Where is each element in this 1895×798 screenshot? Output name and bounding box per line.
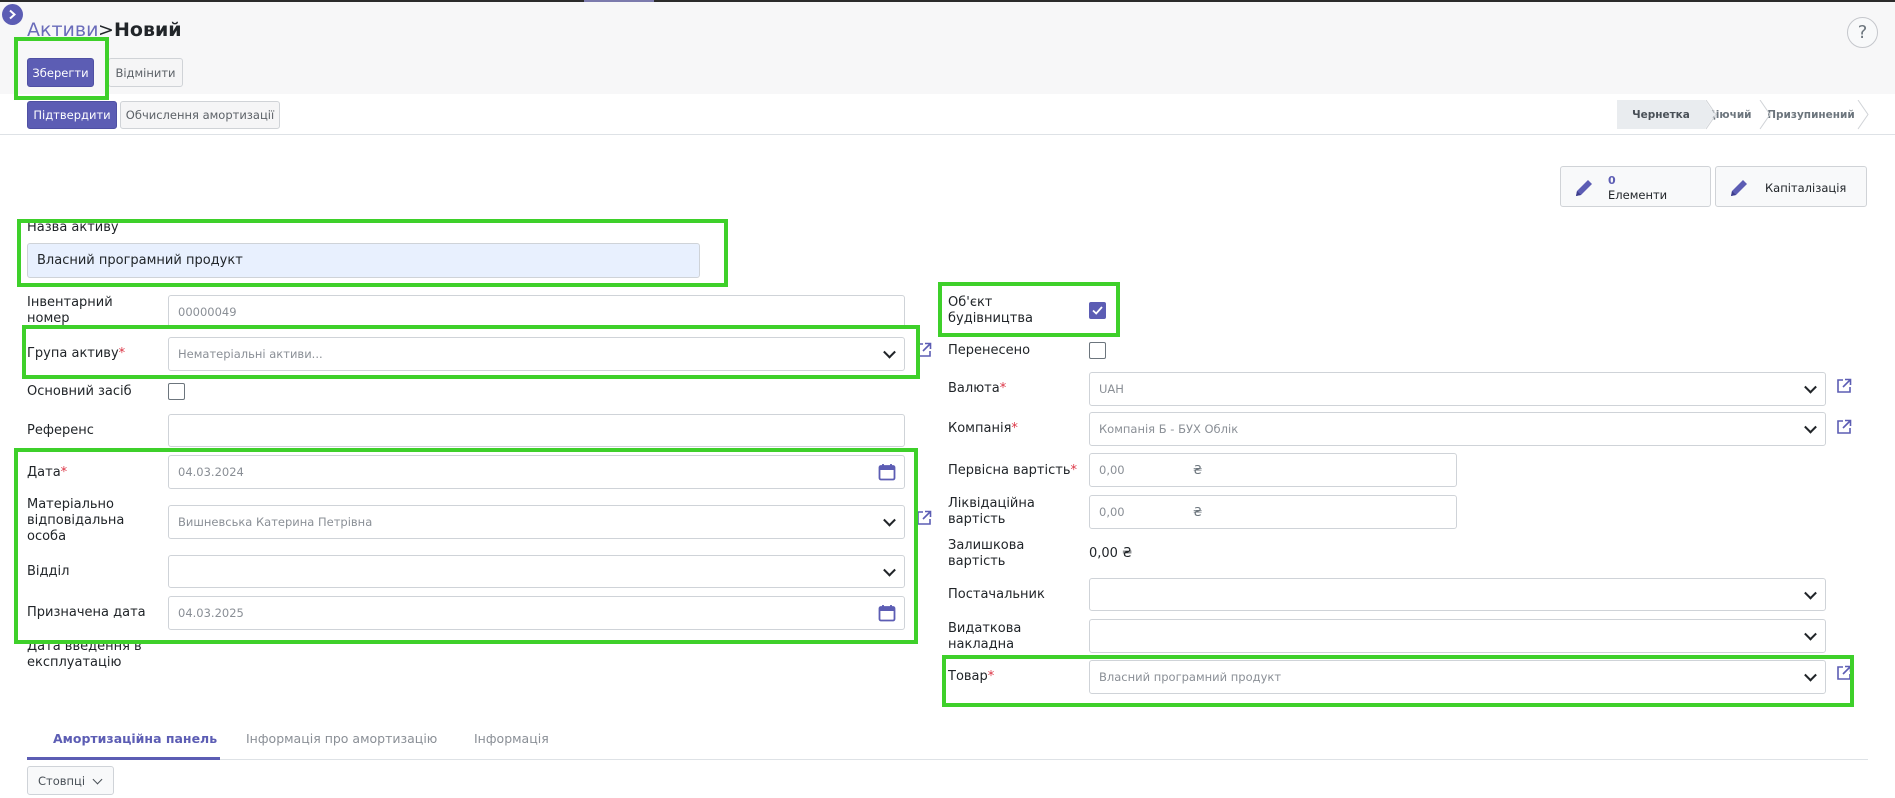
checkmark-icon [1092, 306, 1103, 315]
discard-button[interactable]: Відмінити [108, 58, 183, 87]
statusbar-area [0, 95, 1895, 135]
tab-depreciation-board[interactable]: Амортизаційна панель [53, 731, 217, 746]
liquidation-value-input[interactable]: 0,00 [1089, 495, 1457, 529]
chevron-down-icon [1804, 668, 1817, 682]
chevron-down-icon [92, 774, 103, 785]
breadcrumb-separator: > [98, 19, 114, 41]
chevron-down-icon [883, 513, 896, 527]
commissioning-date-label: Дата введення в експлуатацію [27, 639, 142, 670]
responsible-person-value: Вишневська Катерина Петрівна [178, 515, 373, 529]
main-asset-checkbox[interactable] [168, 383, 185, 400]
help-icon: ? [1857, 22, 1868, 43]
chevron-down-icon [1804, 420, 1817, 434]
liquidation-value-label: Ліквідаційна вартість [948, 496, 1035, 527]
control-panel [0, 2, 1895, 94]
breadcrumb-root-link[interactable]: Активи [27, 19, 98, 41]
inventory-number-input[interactable]: 00000049 [168, 295, 905, 328]
product-label: Товар* [948, 669, 995, 684]
company-value: Компанія Б - БУХ Облік [1099, 422, 1239, 436]
chevron-down-icon [883, 345, 896, 359]
residual-value-label: Залишкова вартість [948, 538, 1025, 569]
items-smart-button[interactable]: 0 Елементи [1560, 166, 1711, 207]
external-link-icon[interactable] [1836, 665, 1852, 681]
company-label: Компанія* [948, 421, 1018, 436]
assigned-date-input[interactable]: 04.03.2025 [168, 596, 905, 630]
inventory-number-label: Інвентарний номер [27, 295, 113, 326]
currency-symbol: ₴ [1193, 505, 1203, 519]
company-select[interactable]: Компанія Б - БУХ Облік [1089, 412, 1826, 446]
asset-group-label: Група активу* [27, 346, 126, 361]
capitalization-label: Капіталізація [1765, 181, 1847, 195]
invoice-label: Видаткова накладна [948, 621, 1022, 652]
statusbar-arrows [1690, 100, 1869, 130]
responsible-person-label: Матеріально відповідальна особа [27, 497, 125, 544]
currency-select[interactable]: UAH [1089, 372, 1826, 406]
items-label: Елементи [1608, 188, 1668, 202]
currency-label: Валюта* [948, 381, 1007, 396]
confirm-button[interactable]: Підтвердити [27, 101, 117, 129]
asset-name-label: Назва активу [27, 220, 119, 235]
date-input[interactable]: 04.03.2024 [168, 455, 905, 489]
calendar-icon[interactable] [878, 604, 896, 622]
tab-info[interactable]: Інформація [474, 731, 549, 746]
capitalization-smart-button[interactable]: Капіталізація [1715, 166, 1867, 207]
supplier-label: Постачальник [948, 587, 1045, 602]
external-link-icon[interactable] [1836, 378, 1852, 394]
assigned-date-label: Призначена дата [27, 605, 146, 620]
expand-chevron-icon[interactable] [2, 4, 23, 25]
items-count: 0 [1608, 174, 1616, 187]
chevron-down-icon [883, 563, 896, 577]
columns-label: Стовпці [38, 773, 86, 788]
liquidation-value-amount: 0,00 [1099, 505, 1125, 519]
compute-depreciation-button[interactable]: Обчислення амортизації [120, 101, 280, 129]
product-select[interactable]: Власний програмний продукт [1089, 660, 1826, 694]
asset-group-select[interactable]: Нематеріальні активи... [168, 337, 905, 371]
asset-name-input[interactable]: Власний програмний продукт [27, 243, 700, 278]
tab-active-indicator [27, 757, 220, 760]
chevron-down-icon [1804, 627, 1817, 641]
help-button[interactable]: ? [1847, 17, 1878, 48]
initial-value-amount: 0,00 [1099, 463, 1125, 477]
pencil-icon [1576, 180, 1592, 196]
external-link-icon[interactable] [916, 510, 932, 526]
columns-button[interactable]: Стовпці [27, 766, 114, 795]
reference-input[interactable] [168, 414, 905, 447]
construction-object-checkbox[interactable] [1089, 302, 1106, 319]
initial-value-label: Первісна вартість* [948, 463, 1077, 478]
department-label: Відділ [27, 564, 70, 579]
asset-group-value: Нематеріальні активи... [178, 347, 323, 361]
breadcrumb-current: Новий [114, 19, 182, 41]
currency-value: UAH [1099, 382, 1124, 396]
initial-value-input[interactable]: 0,00 [1089, 453, 1457, 487]
assigned-date-value: 04.03.2025 [178, 606, 244, 620]
responsible-person-select[interactable]: Вишневська Катерина Петрівна [168, 505, 905, 539]
invoice-select[interactable] [1089, 619, 1826, 653]
main-asset-label: Основний засіб [27, 384, 132, 399]
calendar-icon[interactable] [878, 463, 896, 481]
transferred-label: Перенесено [948, 343, 1031, 358]
product-value: Власний програмний продукт [1099, 670, 1282, 684]
external-link-icon[interactable] [1836, 419, 1852, 435]
department-select[interactable] [168, 555, 905, 588]
tab-divider [27, 759, 1868, 760]
residual-value: 0,00 ₴ [1089, 546, 1133, 561]
tab-depreciation-info[interactable]: Інформація про амортизацію [246, 731, 437, 746]
currency-symbol: ₴ [1193, 463, 1203, 477]
save-button[interactable]: Зберегти [27, 58, 94, 87]
pencil-icon [1731, 180, 1747, 196]
transferred-checkbox[interactable] [1089, 342, 1106, 359]
chevron-down-icon [1804, 380, 1817, 394]
construction-object-label: Об'єкт будівництва [948, 295, 1033, 326]
date-value: 04.03.2024 [178, 465, 244, 479]
chevron-down-icon [1804, 586, 1817, 600]
external-link-icon[interactable] [916, 342, 932, 358]
date-label: Дата* [27, 465, 68, 480]
supplier-select[interactable] [1089, 578, 1826, 611]
reference-label: Референс [27, 423, 94, 438]
